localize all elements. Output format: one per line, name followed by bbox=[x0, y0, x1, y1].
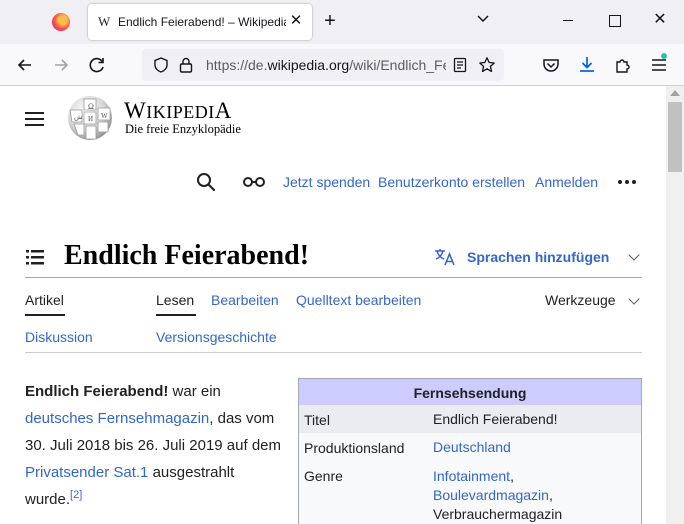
tab-history[interactable]: Versionsgeschichte bbox=[156, 329, 277, 345]
create-account-link[interactable]: Benutzerkonto erstellen bbox=[378, 174, 525, 190]
svg-text:Ω: Ω bbox=[88, 102, 94, 111]
wikipedia-globe-logo-icon[interactable]: Ω W И ش bbox=[64, 94, 116, 142]
donate-link[interactable]: Jetzt spenden bbox=[283, 174, 370, 190]
back-arrow-icon[interactable] bbox=[14, 54, 36, 76]
languages-chevron-down-icon[interactable] bbox=[628, 249, 640, 261]
lead-text-1: war ein bbox=[168, 383, 221, 400]
page-viewport: Ω W И ش WIKIPEDIA Die freie Enzyklopädie… bbox=[0, 86, 666, 524]
browser-tab-active[interactable]: W Endlich Feierabend! – Wikipedia ✕ bbox=[88, 4, 312, 40]
more-options-icon[interactable] bbox=[618, 180, 638, 184]
link-infotainment[interactable]: Infotainment bbox=[433, 468, 510, 484]
extensions-puzzle-icon[interactable] bbox=[612, 54, 634, 76]
page-title: Endlich Feierabend! bbox=[64, 240, 310, 271]
comma: , bbox=[548, 487, 553, 503]
scroll-up-arrow-icon[interactable] bbox=[670, 90, 680, 96]
window-maximize-button[interactable] bbox=[604, 10, 624, 30]
wordmark-middle: IKIPEDI bbox=[146, 102, 215, 122]
forward-arrow-icon[interactable] bbox=[50, 54, 72, 76]
link-deutschland[interactable]: Deutschland bbox=[433, 438, 511, 457]
window-minimize-button[interactable] bbox=[558, 10, 578, 30]
tab-edit-source[interactable]: Quelltext bearbeiten bbox=[296, 292, 421, 308]
url-prefix: https://de. bbox=[206, 57, 268, 73]
lead-paragraph: Endlich Feierabend! war ein deutsches Fe… bbox=[25, 378, 283, 513]
infobox-label-genre: Genre bbox=[304, 468, 343, 484]
reload-icon[interactable] bbox=[86, 54, 108, 76]
infobox-row: Genre Infotainment, Boulevardmagazin, Ve… bbox=[299, 461, 641, 524]
list-all-tabs-chevron-icon[interactable] bbox=[476, 14, 490, 24]
browser-tab-bar: W Endlich Feierabend! – Wikipedia ✕ + ✕ bbox=[0, 0, 684, 44]
browser-nav-bar: https://de.wikipedia.org/wiki/Endlich_Fe bbox=[0, 44, 684, 86]
tab-read[interactable]: Lesen bbox=[156, 292, 194, 308]
lead-bold-title: Endlich Feierabend! bbox=[25, 383, 169, 400]
tools-chevron-down-icon[interactable] bbox=[628, 293, 640, 305]
infobox-value-genre: Infotainment, Boulevardmagazin, Verbrauc… bbox=[433, 467, 562, 524]
svg-text:W: W bbox=[101, 112, 108, 120]
url-bar[interactable]: https://de.wikipedia.org/wiki/Endlich_Fe bbox=[142, 49, 504, 81]
infobox-row: Produktionsland Deutschland bbox=[299, 433, 641, 461]
tab-article-underline bbox=[25, 314, 65, 316]
login-link[interactable]: Anmelden bbox=[535, 174, 598, 190]
tab-close-icon[interactable]: ✕ bbox=[286, 11, 306, 31]
tab-discussion[interactable]: Diskussion bbox=[25, 329, 93, 345]
url-path: /wiki/Endlich_Fe bbox=[349, 57, 446, 73]
pocket-icon[interactable] bbox=[540, 54, 562, 76]
reference-link[interactable]: [2] bbox=[70, 489, 82, 501]
infobox-value-title: Endlich Feierabend! bbox=[433, 411, 558, 427]
infobox: Fernsehsendung Titel Endlich Feierabend!… bbox=[298, 378, 642, 524]
url-domain: wikipedia.org bbox=[267, 57, 350, 73]
infobox-heading: Fernsehsendung bbox=[299, 379, 641, 405]
wordmark-last: A bbox=[214, 98, 232, 123]
tab-title: Endlich Feierabend! – Wikipedia bbox=[118, 15, 286, 29]
link-boulevardmagazin[interactable]: Boulevardmagazin bbox=[433, 487, 549, 503]
url-text[interactable]: https://de.wikipedia.org/wiki/Endlich_Fe bbox=[206, 57, 446, 73]
wikipedia-tagline: Die freie Enzyklopädie bbox=[125, 122, 241, 136]
notification-dot bbox=[661, 53, 667, 59]
main-menu-icon[interactable] bbox=[25, 112, 44, 126]
appearance-glasses-icon[interactable] bbox=[242, 174, 266, 188]
window-close-button[interactable]: ✕ bbox=[650, 10, 670, 30]
wordmark-first: W bbox=[124, 98, 147, 123]
link-privatsender[interactable]: Privatsender Sat.1 bbox=[25, 464, 148, 481]
tools-dropdown[interactable]: Werkzeuge bbox=[545, 292, 616, 308]
title-divider bbox=[25, 277, 642, 278]
svg-text:И: И bbox=[88, 115, 93, 123]
add-languages-button[interactable]: Sprachen hinzufügen bbox=[467, 249, 609, 265]
bookmark-star-icon[interactable] bbox=[478, 56, 496, 74]
value-verbrauchermagazin: Verbrauchermagazin bbox=[433, 506, 563, 522]
lock-icon[interactable] bbox=[178, 56, 194, 74]
infobox-label-title: Titel bbox=[304, 412, 330, 428]
tabs-divider bbox=[25, 352, 642, 353]
svg-text:ش: ش bbox=[74, 113, 83, 121]
tracking-shield-icon[interactable] bbox=[152, 56, 170, 74]
scrollbar-thumb[interactable] bbox=[668, 102, 682, 172]
translate-languages-icon[interactable] bbox=[434, 248, 456, 266]
downloads-icon[interactable] bbox=[576, 54, 598, 76]
search-icon[interactable] bbox=[196, 172, 216, 192]
tab-article[interactable]: Artikel bbox=[25, 292, 64, 308]
infobox-row: Titel Endlich Feierabend! bbox=[299, 405, 641, 433]
table-of-contents-icon[interactable] bbox=[26, 249, 44, 265]
new-tab-icon[interactable]: + bbox=[320, 11, 340, 31]
wikipedia-wordmark[interactable]: WIKIPEDIA bbox=[124, 98, 232, 124]
firefox-icon bbox=[52, 13, 70, 31]
link-fernsehmagazin[interactable]: deutsches Fernsehmagazin bbox=[25, 410, 209, 427]
reader-view-icon[interactable] bbox=[452, 57, 468, 73]
page-scrollbar[interactable] bbox=[666, 86, 684, 524]
wikipedia-favicon-icon: W bbox=[98, 14, 111, 29]
tab-read-underline bbox=[156, 314, 196, 316]
comma: , bbox=[510, 468, 514, 484]
infobox-label-country: Produktionsland bbox=[304, 440, 405, 456]
tab-edit[interactable]: Bearbeiten bbox=[211, 292, 279, 308]
